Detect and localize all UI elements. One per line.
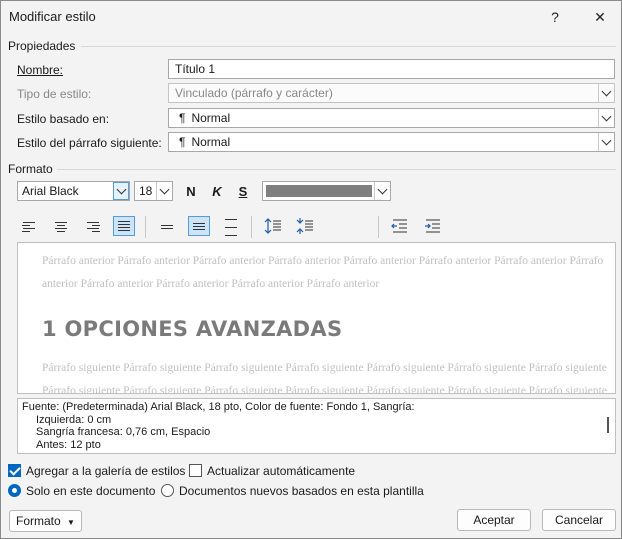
style-description: Fuente: (Predeterminada) Arial Black, 18…	[17, 398, 616, 454]
increase-indent-icon[interactable]	[422, 216, 444, 236]
add-to-gallery-label[interactable]: Agregar a la galería de estilos	[26, 464, 185, 478]
next-style-value: Normal	[191, 135, 231, 149]
auto-update-checkbox[interactable]	[189, 464, 202, 477]
cancel-button[interactable]: Cancelar	[542, 509, 616, 531]
preview-next-line-1: Párrafo siguiente Párrafo siguiente Párr…	[42, 362, 607, 374]
add-to-gallery-checkbox[interactable]	[8, 464, 21, 477]
format-section-title: Formato	[8, 162, 53, 176]
new-documents-label[interactable]: Documentos nuevos basados en esta planti…	[179, 484, 424, 498]
font-select[interactable]: Arial Black	[17, 181, 130, 201]
style-type-select[interactable]: Vinculado (párrafo y carácter)	[168, 83, 615, 103]
font-value: Arial Black	[22, 184, 79, 198]
style-type-value: Vinculado (párrafo y carácter)	[175, 86, 333, 100]
font-color-select[interactable]	[262, 181, 391, 201]
chevron-down-icon	[156, 182, 172, 200]
align-center-icon[interactable]	[50, 217, 72, 237]
italic-button[interactable]: K	[208, 184, 226, 199]
paragraph-mark-icon: ¶	[179, 135, 186, 149]
preview-next-line-2: Párrafo siguiente Párrafo siguiente Párr…	[42, 385, 607, 394]
close-button[interactable]: ✕	[587, 5, 613, 29]
modify-style-dialog: Modificar estilo ? ✕ Propiedades Nombre:…	[0, 0, 622, 539]
color-swatch	[266, 185, 372, 197]
one-half-spacing-icon[interactable]	[188, 216, 210, 236]
description-line: Fuente: (Predeterminada) Arial Black, 18…	[22, 401, 415, 413]
font-size-select[interactable]: 18	[134, 181, 173, 201]
align-left-icon[interactable]	[18, 217, 40, 237]
format-divider	[57, 169, 616, 170]
only-document-radio[interactable]	[8, 484, 21, 497]
preview-previous-line-1: Párrafo anterior Párrafo anterior Párraf…	[42, 255, 604, 267]
decrease-spacing-icon[interactable]	[294, 216, 316, 236]
based-on-select[interactable]: ¶ Normal	[168, 108, 615, 128]
based-on-label: Estilo basado en:	[17, 112, 110, 126]
paragraph-mark-icon: ¶	[179, 111, 186, 125]
bold-button[interactable]: N	[182, 184, 200, 199]
toolbar-separator	[378, 216, 379, 238]
font-size-value: 18	[139, 184, 153, 198]
chevron-down-icon	[598, 133, 614, 151]
properties-section-title: Propiedades	[8, 39, 76, 53]
next-style-label: Estilo del párrafo siguiente:	[17, 136, 162, 150]
next-style-select[interactable]: ¶ Normal	[168, 132, 615, 152]
dialog-title: Modificar estilo	[9, 9, 96, 24]
description-line: Antes: 12 pto	[36, 438, 101, 451]
increase-spacing-icon[interactable]	[262, 216, 284, 236]
new-documents-radio[interactable]	[161, 484, 174, 497]
preview-heading: 1 OPCIONES AVANZADAS	[42, 317, 343, 341]
style-type-label: Tipo de estilo:	[17, 87, 92, 101]
description-line: Izquierda: 0 cm	[36, 413, 112, 426]
description-line: Sangría francesa: 0,76 cm, Espacio	[36, 426, 211, 438]
single-spacing-icon[interactable]	[156, 217, 178, 237]
description-scrollbar[interactable]	[607, 417, 609, 433]
align-right-icon[interactable]	[82, 217, 104, 237]
toolbar-separator	[251, 216, 252, 238]
double-spacing-icon[interactable]	[220, 217, 242, 237]
accept-button[interactable]: Aceptar	[457, 509, 531, 531]
name-label-text: Nombre:	[17, 63, 64, 77]
name-label: Nombre:	[17, 63, 63, 77]
toolbar-separator	[145, 216, 146, 238]
name-input[interactable]: Título 1	[168, 59, 615, 79]
format-menu-button[interactable]: Formato ▼	[9, 510, 82, 532]
properties-divider	[81, 46, 616, 47]
underline-button[interactable]: S	[234, 184, 252, 199]
preview-previous-line-2: anterior Párrafo anterior Párrafo anteri…	[42, 278, 380, 290]
based-on-value: Normal	[191, 111, 231, 125]
help-button[interactable]: ?	[542, 5, 568, 29]
auto-update-label[interactable]: Actualizar automáticamente	[207, 464, 355, 478]
justify-icon[interactable]	[113, 216, 135, 236]
decrease-indent-icon[interactable]	[389, 216, 411, 236]
chevron-down-icon	[598, 84, 614, 102]
format-menu-label: Formato	[16, 514, 61, 528]
chevron-down-icon	[598, 109, 614, 127]
caret-down-icon: ▼	[67, 518, 75, 527]
chevron-down-icon	[374, 182, 390, 200]
chevron-down-icon	[113, 182, 129, 200]
only-document-label[interactable]: Solo en este documento	[26, 484, 155, 498]
style-preview: Párrafo anterior Párrafo anterior Párraf…	[17, 242, 616, 394]
